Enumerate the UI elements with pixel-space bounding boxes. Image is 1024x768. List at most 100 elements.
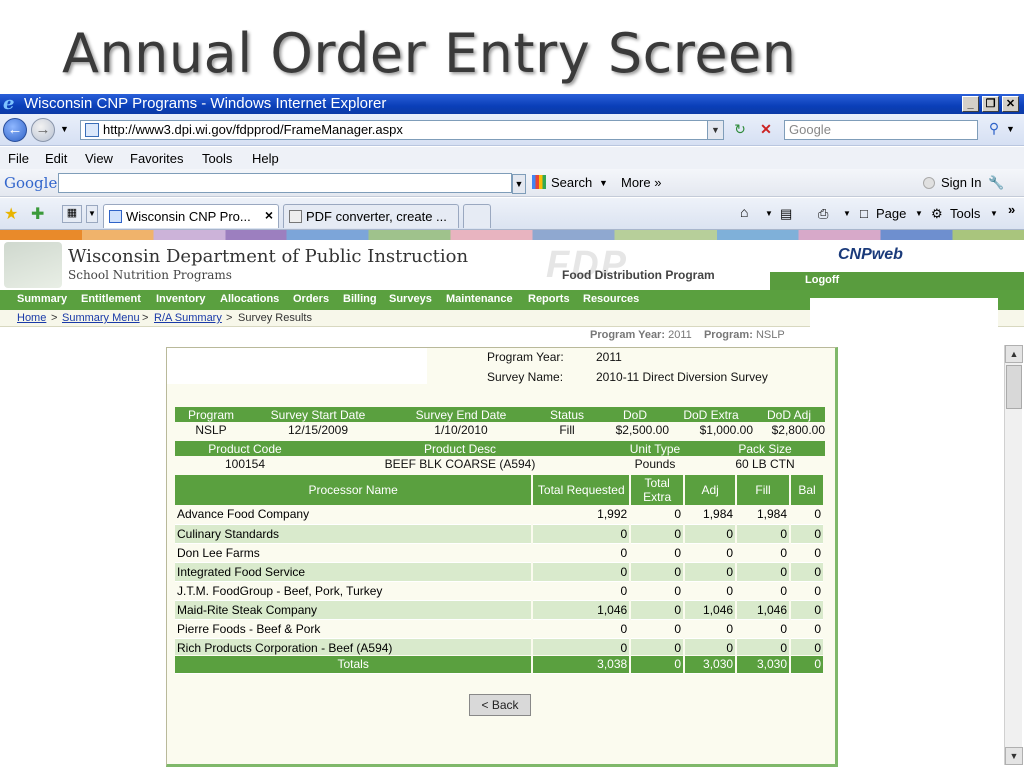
breadcrumb-sep: > <box>142 312 149 324</box>
google-search-input[interactable] <box>58 173 512 193</box>
menu-tools[interactable]: Tools <box>202 151 232 166</box>
google-search-button[interactable]: Search <box>551 175 592 190</box>
menu-file[interactable]: File <box>8 151 29 166</box>
scroll-thumb[interactable] <box>1006 365 1022 409</box>
minimize-button[interactable]: _ <box>962 96 979 112</box>
breadcrumb-current: Survey Results <box>238 312 312 324</box>
forward-arrow-icon[interactable]: → <box>31 118 55 142</box>
new-tab-button[interactable] <box>463 204 491 228</box>
restore-button[interactable]: ❐ <box>982 96 999 112</box>
nav-reports[interactable]: Reports <box>528 293 570 305</box>
tab-page-icon <box>289 210 302 223</box>
scroll-down-icon[interactable]: ▼ <box>1005 747 1023 765</box>
cell-bal: 0 <box>790 638 825 655</box>
quick-tabs-icon[interactable]: ▦ <box>62 205 82 223</box>
address-dropdown-icon[interactable]: ▼ <box>707 121 723 139</box>
cell-dod-adj: $2,800.00 <box>771 422 825 437</box>
cell-total-requested: 0 <box>532 581 632 601</box>
menu-bar: File Edit View Favorites Tools Help <box>0 147 1024 169</box>
nav-inventory[interactable]: Inventory <box>156 293 206 305</box>
col-unit-type: Unit Type <box>605 441 705 456</box>
tab-wisconsin[interactable]: Wisconsin CNP Pro... × <box>103 204 279 228</box>
favorites-star-icon[interactable]: ★ <box>4 204 18 224</box>
table-row: Culinary Standards 0 0 0 0 0 <box>175 524 825 544</box>
logoff-link[interactable]: Logoff <box>805 274 839 286</box>
cell-bal: 0 <box>790 505 825 525</box>
cell-adj: 0 <box>684 562 738 582</box>
page-icon <box>85 123 99 137</box>
breadcrumb-ra-summary[interactable]: R/A Summary <box>154 312 222 324</box>
cell-adj: 0 <box>684 524 738 544</box>
google-dropdown-icon[interactable]: ▼ <box>512 174 526 194</box>
tab-list-icon[interactable]: ▼ <box>86 205 98 223</box>
signin-button[interactable]: Sign In <box>941 175 981 190</box>
nav-maintenance[interactable]: Maintenance <box>446 293 513 305</box>
logoff-bar: Logoff <box>770 272 1024 290</box>
processor-table-body: Advance Food Company 1,992 0 1,984 1,984 0 Cul… <box>175 505 825 655</box>
search-icon[interactable]: ⚲ <box>984 120 1004 140</box>
refresh-icon[interactable]: ↻ <box>730 121 750 139</box>
google-g-icon <box>532 175 546 189</box>
search-input[interactable]: Google <box>784 120 978 140</box>
nav-billing[interactable]: Billing <box>343 293 377 305</box>
program-name: School Nutrition Programs <box>68 268 232 282</box>
tools-menu[interactable]: Tools <box>950 206 980 221</box>
home-dropdown-icon[interactable]: ▼ <box>765 209 773 218</box>
address-input[interactable]: http://www3.dpi.wi.gov/fdpprod/FrameMana… <box>80 120 724 140</box>
tools-dropdown-icon[interactable]: ▼ <box>990 209 998 218</box>
history-dropdown-icon[interactable]: ▼ <box>60 124 69 134</box>
nav-entitlement[interactable]: Entitlement <box>81 293 141 305</box>
breadcrumb-summary-menu[interactable]: Summary Menu <box>62 312 140 324</box>
survey-name-value: 2010-11 Direct Diversion Survey <box>596 370 768 384</box>
col-total-extra: Total Extra <box>630 475 686 505</box>
print-dropdown-icon[interactable]: ▼ <box>843 209 851 218</box>
cell-pack-size: 60 LB CTN <box>735 456 795 471</box>
col-bal: Bal <box>789 475 826 505</box>
breadcrumb-home[interactable]: Home <box>17 312 46 324</box>
scroll-up-icon[interactable]: ▲ <box>1005 345 1023 363</box>
col-program: Program <box>175 407 247 422</box>
cell-total-extra: 0 <box>630 638 686 655</box>
close-tab-icon[interactable]: × <box>265 207 273 223</box>
back-arrow-icon[interactable]: ← <box>3 118 27 142</box>
breadcrumb-sep: > <box>226 312 233 324</box>
processor-rows-scroll[interactable]: Advance Food Company 1,992 0 1,984 1,984 0 Cul… <box>175 505 825 655</box>
menu-view[interactable]: View <box>85 151 113 166</box>
cell-total-extra: 0 <box>630 619 686 639</box>
feeds-icon[interactable]: ▤ <box>780 206 792 222</box>
cell-dod: $2,500.00 <box>615 422 669 437</box>
search-dropdown-icon[interactable]: ▼ <box>599 178 608 188</box>
stop-icon[interactable]: ✕ <box>756 121 776 139</box>
nav-surveys[interactable]: Surveys <box>389 293 432 305</box>
menu-help[interactable]: Help <box>252 151 279 166</box>
nav-orders[interactable]: Orders <box>293 293 329 305</box>
nav-allocations[interactable]: Allocations <box>220 293 279 305</box>
window-titlebar[interactable]: e Wisconsin CNP Programs - Windows Inter… <box>0 94 1024 114</box>
cell-adj: 0 <box>684 581 738 601</box>
nav-summary[interactable]: Summary <box>17 293 67 305</box>
tab-pdf-converter[interactable]: PDF converter, create ... <box>283 204 459 228</box>
totals-bal: 0 <box>790 656 825 674</box>
back-button[interactable]: < Back <box>469 694 531 716</box>
close-window-button[interactable]: ✕ <box>1002 96 1019 112</box>
table-row: 100154 BEEF BLK COARSE (A594) Pounds 60 … <box>175 456 825 471</box>
vertical-scrollbar[interactable]: ▲ ▼ <box>1004 345 1023 765</box>
search-options-icon[interactable]: ▼ <box>1006 124 1015 134</box>
home-icon[interactable]: ⌂ <box>740 204 748 220</box>
address-bar-row: ← → ▼ http://www3.dpi.wi.gov/fdpprod/Fra… <box>0 114 1024 146</box>
page-dropdown-icon[interactable]: ▼ <box>915 209 923 218</box>
wrench-icon[interactable]: 🔧 <box>988 175 1004 191</box>
page-menu[interactable]: Page <box>876 206 906 221</box>
col-status: Status <box>533 407 601 422</box>
col-end-date: Survey End Date <box>389 407 533 422</box>
nav-resources[interactable]: Resources <box>583 293 639 305</box>
totals-label: Totals <box>175 656 534 674</box>
menu-edit[interactable]: Edit <box>45 151 67 166</box>
add-favorites-icon[interactable]: ✚ <box>31 204 44 224</box>
product-table: Product Code Product Desc Unit Type Pack… <box>175 441 825 471</box>
chevron-right-icon[interactable]: » <box>1008 202 1015 217</box>
menu-favorites[interactable]: Favorites <box>130 151 183 166</box>
cell-bal: 0 <box>790 619 825 639</box>
print-icon[interactable]: ⎙ <box>818 206 828 222</box>
more-button[interactable]: More » <box>621 175 661 190</box>
